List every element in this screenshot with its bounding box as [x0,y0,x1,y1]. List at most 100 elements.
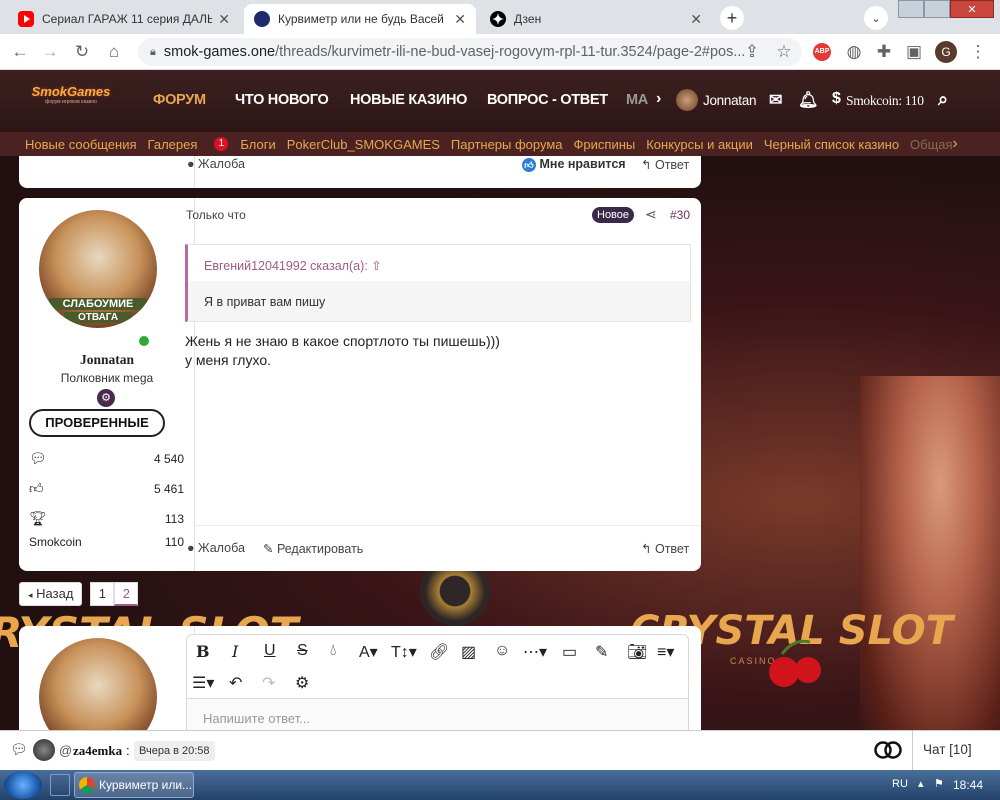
strikethrough-icon[interactable]: S [297,642,308,660]
reply-link[interactable]: ↰ Ответ [641,541,689,556]
close-icon[interactable]: ✕ [218,11,230,28]
tab-search-icon[interactable]: ⌄ [864,6,888,30]
italic-icon[interactable]: I [232,642,238,661]
reload-icon[interactable]: ↻ [70,40,94,64]
nav-whats-new[interactable]: ЧТО НОВОГО [235,92,329,108]
show-windows-icon[interactable] [50,774,70,796]
post-time[interactable]: Только что [186,208,246,222]
tab-dzen[interactable]: Дзен ✕ [480,4,712,34]
pagination-page-1[interactable]: 1 [90,582,115,606]
font-family-icon[interactable]: A▾ [359,642,378,662]
subnav-gallery[interactable]: Галерея [148,137,209,152]
minimize-button[interactable] [898,0,924,18]
messages-icon[interactable]: ✉ [769,90,782,110]
user-avatar-large[interactable]: СЛАБОУМИЕ ОТВАГА [39,210,157,328]
redo-icon[interactable]: ↷ [262,673,275,693]
chat-toggle-icon[interactable] [874,741,902,759]
tab-youtube[interactable]: Сериал ГАРАЖ 11 серия ДАЛЬНЕ ✕ [8,4,240,34]
color-icon[interactable]: 💧︎ [330,642,336,660]
share-icon[interactable]: ⇪ [740,40,764,64]
post-user-side: СЛАБОУМИЕ ОТВАГА Jonnatan Полковник mega… [19,198,195,571]
camera-icon[interactable]: 📷︎ [627,642,647,662]
subnav-pokerclub[interactable]: PokerClub_SMOKGAMES [287,137,440,152]
subnav-new-messages[interactable]: Новые сообщения [25,137,137,152]
subnav-blacklist[interactable]: Черный список казино [764,137,899,152]
profile-avatar[interactable]: G [934,40,958,64]
more-icon[interactable]: ⋯▾ [523,642,547,662]
post-number[interactable]: #30 [670,208,690,222]
flag-icon[interactable]: ⚑ [934,777,944,790]
subnav-scroll-right-icon[interactable]: › [940,132,970,156]
sidepanel-icon[interactable]: ▣ [902,40,926,64]
draft-icon[interactable]: ✎ [595,642,608,662]
undo-icon[interactable]: ↶ [229,673,242,693]
pagination-page-2[interactable]: 2 [114,582,139,606]
edit-link[interactable]: ✎ Редактировать [263,541,363,556]
nav-scroll-right-icon[interactable]: › [656,90,661,108]
subnav-contests[interactable]: Конкурсы и акции [646,137,753,152]
quote-up-arrow-icon[interactable]: ⇧ [371,259,381,273]
subnav-freespins[interactable]: Фриспины [574,137,636,152]
post-username[interactable]: Jonnatan [19,352,195,368]
chat-username[interactable]: za4emka [73,743,122,759]
search-icon[interactable]: ⌕ [938,89,948,110]
taskbar-chrome-window[interactable]: Курвиметр или... [74,772,194,798]
chat-open-button[interactable]: Чат [10] [912,731,1000,771]
reply-textarea[interactable]: Напишите ответ... [186,698,689,730]
previous-like-link[interactable]: 👍︎ Мне нравится [522,157,626,172]
tray-up-icon[interactable]: ▴ [918,777,924,790]
bell-icon[interactable]: 🔔︎ [798,90,818,110]
header-username[interactable]: Jonnatan [703,93,756,108]
clock[interactable]: 18:44 [953,778,983,792]
extensions-icon[interactable]: ✚ [872,40,896,64]
list-icon[interactable]: ☰▾ [192,673,214,693]
menu-kebab-icon[interactable]: ⋮ [966,40,990,64]
nav-new-casinos[interactable]: НОВЫЕ КАЗИНО [350,92,467,108]
quote-header[interactable]: Евгений12041992 сказал(а): ⇧ [188,245,690,281]
align-icon[interactable]: ≡▾ [657,642,674,662]
underline-icon[interactable]: U [264,642,276,660]
address-bar[interactable]: 🔒︎ smok-games.one/threads/kurvimetr-ili-… [138,38,802,66]
new-badge: Новое [592,207,635,223]
pagination-back-button[interactable]: ◂ Назад [19,582,83,606]
chat-icon[interactable]: 💬︎ [10,741,28,758]
previous-reply-link[interactable]: ↰ Ответ [641,157,689,172]
close-icon[interactable]: ✕ [454,11,466,28]
close-icon[interactable]: ✕ [690,11,702,28]
tab-kurvimetr[interactable]: Курвиметр или не будь Васей Р ✕ [244,4,476,34]
nav-qa[interactable]: ВОПРОС - ОТВЕТ [487,92,608,108]
reply-user-avatar[interactable] [39,638,157,730]
subnav-blogs[interactable]: Блоги [240,137,275,152]
user-avatar[interactable] [676,89,698,111]
font-size-icon[interactable]: T↕▾ [391,642,417,662]
close-window-button[interactable]: ✕ [950,0,994,18]
emoji-icon[interactable]: ☺ [494,642,510,660]
bookmark-star-icon[interactable]: ☆ [772,40,796,64]
report-link[interactable]: ● Жалоба [187,541,245,555]
nav-forum[interactable]: ФОРУМ [153,92,206,108]
nav-more[interactable]: МА [626,92,648,108]
new-tab-button[interactable]: + [720,6,744,30]
subnav-partners[interactable]: Партнеры форума [451,137,563,152]
settings-icon[interactable]: ⚙ [295,673,309,693]
bold-icon[interactable]: B [196,642,210,661]
home-icon[interactable]: ⌂ [102,40,126,64]
back-arrow-icon[interactable]: ← [8,40,32,64]
language-indicator[interactable]: RU [892,778,908,790]
image-icon[interactable]: ▨ [461,642,476,662]
pencil-icon: ✎ [263,542,274,556]
reply-icon: ↰ [641,158,652,172]
globe-icon[interactable]: ◍ [842,40,866,64]
share-icon[interactable]: ⋖ [645,206,657,223]
chat-user-avatar[interactable] [33,739,55,761]
forward-arrow-icon[interactable]: → [38,40,62,64]
adblock-icon[interactable]: ABP [810,40,834,64]
media-icon[interactable]: ▭ [562,642,577,662]
previous-report-link[interactable]: ● Жалоба [187,157,245,171]
link-icon[interactable]: 🔗︎ [429,642,449,662]
header-smokcoin[interactable]: Smokcoin: 110 [846,93,924,109]
site-logo[interactable]: SmokGames форум игроков казино [28,84,114,118]
maximize-button[interactable] [924,0,950,18]
chat-bar: 💬︎ @ za4emka : Вчера в 20:58 Чат [10] [0,730,1000,771]
start-button[interactable] [4,771,42,799]
